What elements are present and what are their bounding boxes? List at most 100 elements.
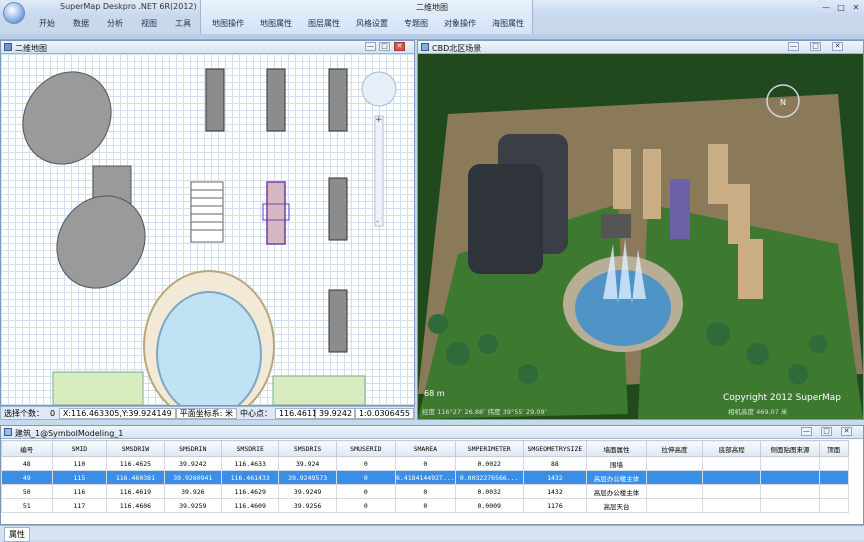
table-cell[interactable] [760, 484, 820, 499]
table-cell[interactable] [645, 498, 704, 513]
table-cell[interactable] [702, 470, 762, 485]
table-cell[interactable]: 116.4606 [106, 498, 165, 513]
table-cell[interactable] [702, 484, 762, 499]
table-cell[interactable]: 高层办公楼主体 [586, 484, 647, 499]
zoom-slider[interactable] [374, 115, 384, 227]
table-cell[interactable]: 围墙 [586, 456, 647, 471]
table-cell[interactable] [645, 484, 704, 499]
table-row[interactable]: 50 116 116.4619 39.926 116.4629 39.9249 0 0 0.00… [1, 484, 849, 499]
tab-data[interactable]: 数据 [64, 18, 98, 32]
table-cell[interactable]: 49 [1, 470, 53, 485]
table-cell[interactable]: 6.418414492T... [394, 470, 456, 485]
pane-minimize-icon[interactable]: — [365, 42, 376, 51]
table-row[interactable]: 48 110 116.4625 39.9242 116.4633 39.924 0 0 0.00… [1, 456, 849, 471]
table-cell[interactable]: 116.4609 [221, 498, 280, 513]
column-header[interactable]: SMSDRIE [221, 440, 280, 457]
selected-building[interactable] [266, 181, 286, 245]
table-cell[interactable]: 115 [51, 470, 108, 485]
tower-block[interactable] [266, 68, 286, 132]
column-header[interactable]: SMGEOMETRYSIZE [522, 440, 588, 457]
table-cell[interactable]: 39.926 [163, 484, 223, 499]
table-cell[interactable]: 39.9249573 [278, 470, 337, 485]
table-cell[interactable]: 0 [394, 484, 456, 499]
column-header[interactable]: SMSDRIW [106, 440, 165, 457]
column-header[interactable]: SMAREA [394, 440, 456, 457]
column-header[interactable]: 侧面贴图来源 [760, 440, 820, 457]
table-cell[interactable]: 50 [1, 484, 53, 499]
attribute-table-scroll[interactable]: 编号 SMID SMSDRIW SMSDRIN SMSDRIE SMSDRIS … [1, 440, 849, 514]
table-cell[interactable] [702, 498, 762, 513]
table-cell[interactable] [645, 456, 704, 471]
table-cell[interactable]: 116.461433 [221, 470, 280, 485]
table-cell[interactable]: 117 [51, 498, 108, 513]
table-cell[interactable]: 39.9256 [278, 498, 337, 513]
table-cell[interactable]: 0.0032 [454, 484, 524, 499]
table-cell[interactable]: 1176 [522, 498, 588, 513]
scale-field[interactable]: 1:0.0306455 [354, 407, 414, 419]
table-cell[interactable] [760, 498, 820, 513]
column-header[interactable]: SMUSERID [335, 440, 396, 457]
table-cell[interactable] [702, 456, 762, 471]
minimize-icon[interactable]: — [820, 3, 832, 13]
table-cell[interactable]: 39.9259 [163, 498, 223, 513]
tower-block[interactable] [328, 289, 348, 353]
tab-object-operation[interactable]: 对象操作 [436, 18, 484, 32]
column-header[interactable]: 编号 [1, 440, 53, 457]
table-cell[interactable]: 48 [1, 456, 53, 471]
tab-view[interactable]: 视图 [132, 18, 166, 32]
tower-block[interactable] [205, 68, 225, 132]
oval-building[interactable] [5, 55, 129, 182]
center-x-field[interactable]: 116.4611 [274, 407, 317, 419]
table-cell[interactable]: 0.0032276566... [454, 470, 524, 485]
table-cell[interactable]: 116.4629 [221, 484, 280, 499]
tower-block[interactable] [328, 68, 348, 132]
pane-minimize-icon[interactable]: — [788, 42, 799, 51]
table-cell[interactable]: 0.0022 [454, 456, 524, 471]
table-cell[interactable] [760, 470, 820, 485]
column-header[interactable]: SMID [51, 440, 108, 457]
center-y-field[interactable]: 39.9242 [314, 407, 355, 419]
table-cell[interactable]: 110 [51, 456, 108, 471]
tab-start[interactable]: 开始 [30, 18, 64, 32]
table-cell[interactable]: 88 [522, 456, 588, 471]
pan-control-icon[interactable] [361, 71, 397, 107]
table-cell[interactable]: 39.9260941 [163, 470, 223, 485]
tab-style-settings[interactable]: 风格设置 [348, 18, 396, 32]
tab-thematic-map[interactable]: 专题图 [396, 18, 436, 32]
tab-tools[interactable]: 工具 [166, 18, 200, 32]
table-cell[interactable]: 0 [335, 498, 396, 513]
table-cell[interactable]: 0 [394, 498, 456, 513]
tab-analysis[interactable]: 分析 [98, 18, 132, 32]
pane-restore-icon[interactable]: □ [379, 42, 390, 51]
table-cell[interactable]: 0 [335, 484, 396, 499]
table-cell[interactable] [645, 470, 704, 485]
table-cell[interactable]: 高层办公楼主体 [586, 470, 647, 485]
scene3d-canvas[interactable]: N 68 m 经度 116°27′ 26.88″ 纬度 39°55′ 29.09… [418, 54, 863, 419]
table-cell[interactable]: 0 [335, 470, 396, 485]
oval-building[interactable] [39, 179, 163, 306]
column-header[interactable]: 墙面属性 [586, 440, 647, 457]
table-row[interactable]: 49 115 116.460381 39.9260941 116.461433 39.92… [1, 470, 849, 485]
pane-close-icon[interactable]: ✕ [841, 427, 852, 436]
column-header[interactable]: 底部高程 [702, 440, 762, 457]
tab-map-operation[interactable]: 地图操作 [204, 18, 252, 32]
pane-close-icon[interactable]: ✕ [394, 42, 405, 51]
close-icon[interactable]: ✕ [850, 3, 862, 13]
pane-close-icon[interactable]: ✕ [832, 42, 843, 51]
table-cell[interactable]: 116.460381 [106, 470, 165, 485]
column-header[interactable]: SMSDRIN [163, 440, 223, 457]
column-header[interactable]: SMPERIMETER [454, 440, 524, 457]
maximize-icon[interactable]: □ [835, 3, 847, 13]
pane-restore-icon[interactable]: □ [810, 42, 821, 51]
table-cell[interactable]: 116.4633 [221, 456, 280, 471]
table-cell[interactable]: 0 [335, 456, 396, 471]
table-cell[interactable]: 51 [1, 498, 53, 513]
table-cell[interactable] [818, 470, 849, 485]
pane-restore-icon[interactable]: □ [821, 427, 832, 436]
table-cell[interactable]: 高层天台 [586, 498, 647, 513]
table-cell[interactable]: 0 [394, 456, 456, 471]
tower-block[interactable] [328, 177, 348, 241]
table-cell[interactable]: 116.4625 [106, 456, 165, 471]
tab-chart-properties[interactable]: 海图属性 [484, 18, 532, 32]
table-cell[interactable]: 1432 [522, 484, 588, 499]
